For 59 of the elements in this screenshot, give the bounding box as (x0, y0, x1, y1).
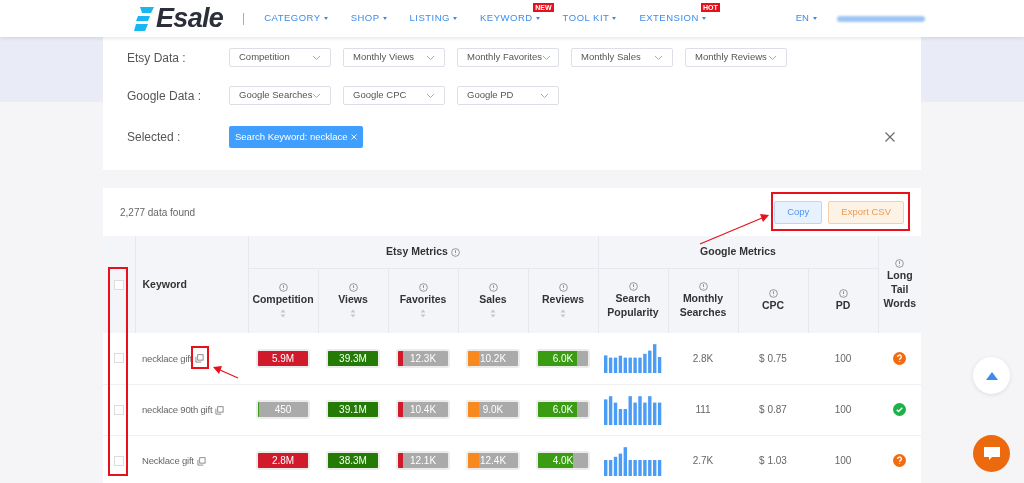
nav-menu-item[interactable]: SHOP (350, 11, 387, 26)
metric-value: 4.0K (551, 454, 575, 468)
metric-value: 10.4K (408, 403, 438, 417)
metric-value: 12.4K (478, 454, 508, 468)
filter-label: Etsy Data : (127, 49, 187, 67)
filter-dropdown[interactable]: Monthly Views (343, 48, 445, 67)
metric-value: 450 (273, 403, 293, 417)
nav-menu-item[interactable]: KEYWORD (480, 11, 540, 26)
table-cell: 100 (834, 455, 852, 466)
keyword-text: Necklace gift (142, 454, 194, 466)
table-cell: 100 (834, 352, 852, 364)
metric-value: 39.3M (338, 351, 368, 366)
metric-value: 38.3M (338, 454, 368, 468)
group-header: Etsy Metrics (386, 244, 448, 257)
logo-wordmark[interactable]: Esale (156, 5, 224, 32)
metric-value: 39.1M (338, 403, 368, 417)
column-header[interactable]: Sales (460, 292, 526, 307)
metric-value: 12.3K (408, 351, 438, 366)
column-header: Monthly Searches (678, 291, 728, 320)
table-cell: 111 (695, 404, 711, 415)
metric-value: 10.2K (478, 351, 508, 366)
column-header: Search Popularity (606, 291, 660, 320)
column-header[interactable]: Views (320, 292, 386, 307)
column-header[interactable]: Competition (250, 292, 316, 307)
column-header: CPC (760, 298, 786, 313)
metric-value: 12.1K (408, 454, 438, 468)
column-header[interactable]: Favorites (390, 292, 456, 307)
result-count: 2,277 data found (120, 205, 196, 220)
language-selector[interactable]: EN (795, 11, 817, 26)
metric-value: 5.9M (270, 351, 296, 366)
table-cell: 2.7K (692, 455, 714, 466)
column-header: PD (834, 298, 852, 313)
filter-dropdown[interactable]: Google CPC (343, 86, 445, 105)
column-header[interactable]: Keyword (135, 236, 248, 333)
metric-value: 6.0K (551, 403, 575, 417)
metric-value: 2.8M (270, 454, 296, 468)
table-cell: $ 0.87 (759, 404, 787, 415)
filter-label: Selected : (127, 129, 182, 146)
filter-dropdown[interactable]: Monthly Reviews (685, 48, 787, 67)
filter-dropdown[interactable]: Monthly Favorites (457, 48, 559, 67)
filter-dropdown[interactable]: Competition (229, 48, 331, 67)
filter-dropdown[interactable]: Google PD (457, 86, 559, 105)
filter-dropdown[interactable]: Monthly Sales (571, 48, 673, 67)
table-cell: $ 0.75 (759, 352, 787, 364)
table-cell: $ 1.03 (759, 455, 787, 466)
filter-dropdown[interactable]: Google Searches (229, 86, 331, 105)
column-header: Long Tail Words (882, 268, 917, 310)
table-cell: 100 (834, 404, 852, 415)
nav-menu-item[interactable]: LISTING (409, 11, 457, 26)
column-header[interactable]: Reviews (530, 292, 596, 307)
keyword-text: necklace 90th gift (142, 403, 213, 415)
nav-menu-item[interactable]: CATEGORY (264, 11, 328, 26)
nav-menu-item[interactable]: TOOL KIT (562, 11, 617, 26)
group-header: Google Metrics (700, 244, 776, 257)
table-cell: 2.8K (692, 352, 714, 364)
metric-value: 6.0K (551, 351, 575, 366)
filter-label: Google Data : (127, 87, 203, 105)
metric-value: 9.0K (481, 403, 505, 417)
nav-menu-item[interactable]: EXTENSION (639, 11, 706, 26)
